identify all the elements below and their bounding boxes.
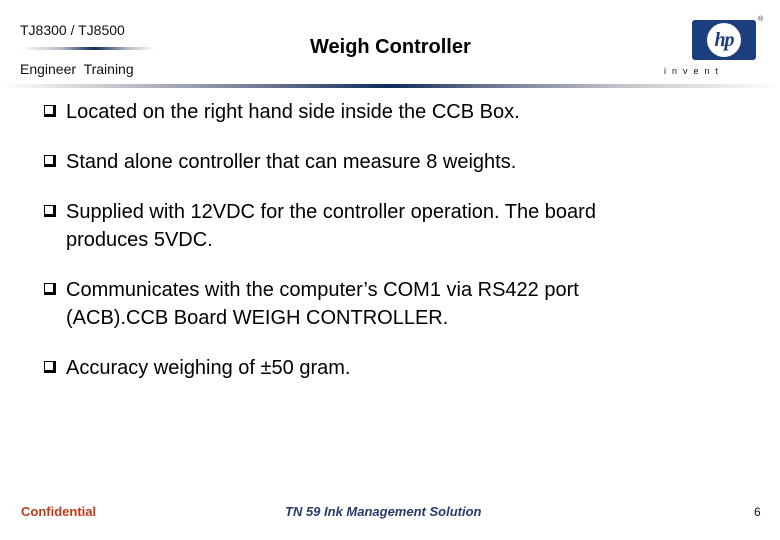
page-number: 6 (754, 505, 761, 519)
header-product: TJ8300 / TJ8500 (20, 22, 125, 38)
bullet-item: Supplied with 12VDC for the controller o… (44, 198, 744, 254)
registered-mark: ® (758, 16, 764, 23)
hp-logo: hp (692, 20, 756, 60)
header-subtitle: Engineer Training (20, 61, 134, 77)
footer-confidential: Confidential (21, 504, 97, 519)
hp-tagline: invent (664, 66, 725, 76)
hp-logo-circle-icon: hp (707, 23, 741, 57)
bullet-text-line: (ACB).CCB Board WEIGH CONTROLLER. (66, 307, 449, 329)
bullet-text-line: Stand alone controller that can measure … (66, 151, 517, 173)
hp-logo-mark: hp (714, 29, 734, 51)
bullet-text-line: Supplied with 12VDC for the controller o… (66, 201, 596, 223)
bullet-text-line: Accuracy weighing of ±50 gram. (66, 357, 351, 379)
header-divider-short (20, 47, 155, 50)
header-divider-long (0, 84, 780, 88)
bullet-text-line: Located on the right hand side inside th… (66, 101, 520, 123)
checkbox-bullet-icon (44, 105, 56, 117)
bullet-text-line: produces 5VDC. (66, 229, 213, 251)
bullet-list: Located on the right hand side inside th… (44, 98, 744, 404)
bullet-item: Located on the right hand side inside th… (44, 98, 744, 126)
checkbox-bullet-icon (44, 361, 56, 373)
bullet-item: Communicates with the computer’s COM1 vi… (44, 276, 744, 332)
slide-title: Weigh Controller (310, 36, 471, 58)
bullet-item: Stand alone controller that can measure … (44, 148, 744, 176)
checkbox-bullet-icon (44, 155, 56, 167)
bullet-text-line: Communicates with the computer’s COM1 vi… (66, 279, 579, 301)
checkbox-bullet-icon (44, 205, 56, 217)
checkbox-bullet-icon (44, 283, 56, 295)
bullet-item: Accuracy weighing of ±50 gram. (44, 354, 744, 382)
footer-document-title: TN 59 Ink Management Solution (285, 504, 482, 519)
